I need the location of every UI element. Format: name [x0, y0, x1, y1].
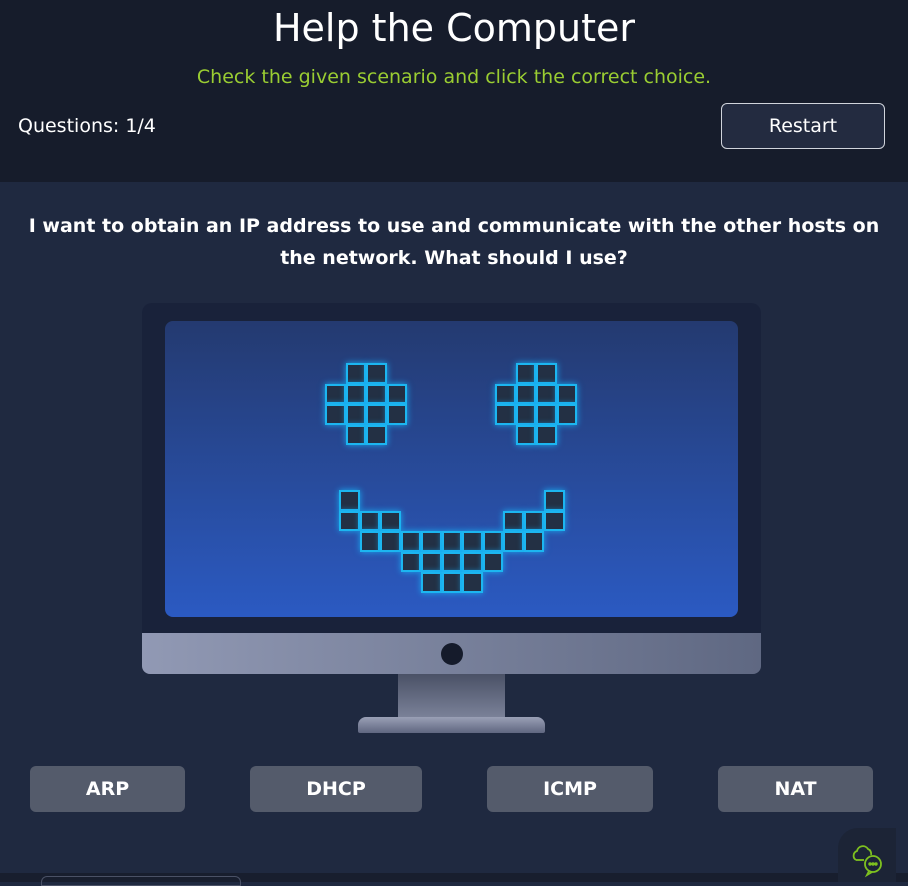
- right-eye-pixel: [515, 363, 536, 384]
- right-eye-pixel: [556, 404, 577, 425]
- right-eye-pixel: [556, 383, 577, 404]
- mouth-pixel: [441, 572, 462, 593]
- monitor-stand-neck: [398, 674, 505, 717]
- mouth-pixel: [441, 531, 462, 552]
- mouth-pixel: [482, 551, 503, 572]
- option-icmp-button[interactable]: ICMP: [487, 766, 653, 812]
- left-eye-pixel: [345, 404, 366, 425]
- mouth-pixel: [544, 490, 565, 511]
- left-eye-pixel: [325, 404, 346, 425]
- right-eye-pixel: [536, 363, 557, 384]
- mouth-pixel: [462, 531, 483, 552]
- question-counter: Questions: 1/4: [18, 115, 156, 137]
- left-eye-pixel: [345, 363, 366, 384]
- right-eye-pixel: [515, 404, 536, 425]
- right-eye-pixel: [515, 424, 536, 445]
- header: Help the Computer Check the given scenar…: [0, 0, 908, 182]
- left-eye-pixel: [386, 404, 407, 425]
- left-eye-pixel: [366, 363, 387, 384]
- right-eye-pixel: [536, 404, 557, 425]
- mouth-pixel: [544, 510, 565, 531]
- monitor-stand-base: [358, 717, 545, 733]
- option-arp-button[interactable]: ARP: [30, 766, 185, 812]
- mouth-pixel: [400, 531, 421, 552]
- mouth-pixel: [523, 510, 544, 531]
- mouth-pixel: [421, 531, 442, 552]
- chat-bubbles-icon: [852, 845, 882, 878]
- mouth-pixel: [359, 510, 380, 531]
- question-text: I want to obtain an IP address to use an…: [28, 215, 880, 269]
- mouth-pixel: [482, 531, 503, 552]
- mouth-pixel: [339, 510, 360, 531]
- left-eye-pixel: [366, 404, 387, 425]
- page-title: Help the Computer: [272, 6, 636, 50]
- mouth-pixel: [462, 572, 483, 593]
- option-dhcp-button[interactable]: DHCP: [250, 766, 422, 812]
- mouth-pixel: [523, 531, 544, 552]
- instructions: Check the given scenario and click the c…: [196, 66, 712, 88]
- right-eye-pixel: [536, 424, 557, 445]
- monitor-power-dot: [441, 643, 463, 665]
- left-eye-pixel: [345, 383, 366, 404]
- left-eye-pixel: [325, 383, 346, 404]
- left-eye-pixel: [366, 383, 387, 404]
- right-eye-pixel: [515, 383, 536, 404]
- mouth-pixel: [421, 572, 442, 593]
- restart-button[interactable]: Restart: [721, 103, 885, 149]
- mouth-pixel: [339, 490, 360, 511]
- mouth-pixel: [400, 551, 421, 572]
- mouth-pixel: [441, 551, 462, 572]
- left-eye-pixel: [386, 383, 407, 404]
- footer-tab[interactable]: [41, 876, 241, 886]
- option-nat-button[interactable]: NAT: [718, 766, 873, 812]
- right-eye-pixel: [536, 383, 557, 404]
- mouth-pixel: [462, 551, 483, 572]
- mouth-pixel: [421, 551, 442, 572]
- mouth-pixel: [503, 531, 524, 552]
- left-eye-pixel: [366, 424, 387, 445]
- mouth-pixel: [503, 510, 524, 531]
- mouth-pixel: [380, 531, 401, 552]
- left-eye-pixel: [345, 424, 366, 445]
- mouth-pixel: [359, 531, 380, 552]
- right-eye-pixel: [495, 404, 516, 425]
- mouth-pixel: [380, 510, 401, 531]
- right-eye-pixel: [495, 383, 516, 404]
- chat-button[interactable]: [838, 828, 896, 882]
